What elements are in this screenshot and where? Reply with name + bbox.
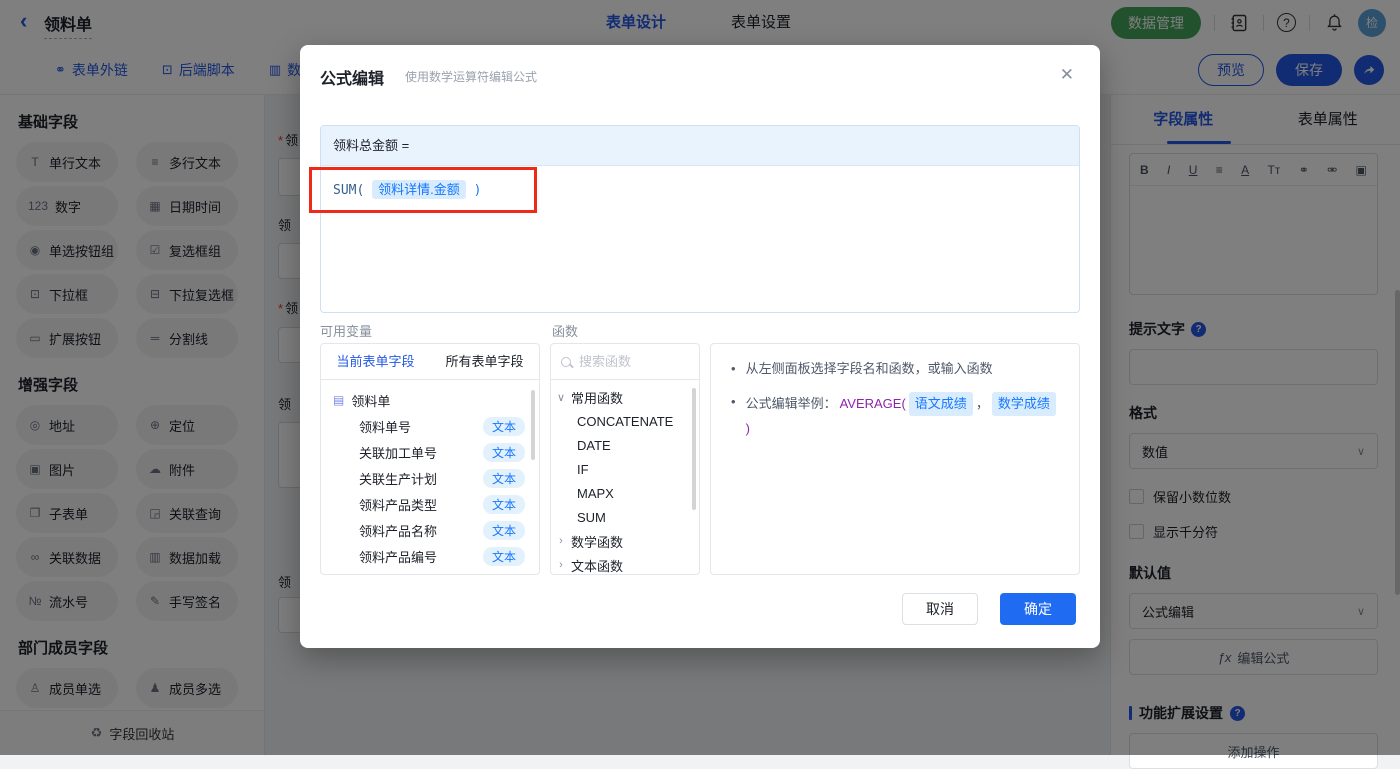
variable-name: 领料产品编号 <box>359 547 437 566</box>
variable-row[interactable]: 关联生产计划 文本 <box>321 465 539 491</box>
variables-label: 可用变量 <box>320 321 372 340</box>
variables-scrollbar[interactable] <box>531 390 535 460</box>
function-group-text[interactable]: ›文本函数 <box>551 553 699 575</box>
formula-edit-modal: 公式编辑 使用数学运算符编辑公式 ✕ 领料总金额 = SUM( 领料详情.金额 … <box>300 45 1100 648</box>
example-close-paren: ) <box>746 419 750 439</box>
modal-title: 公式编辑 <box>320 65 384 89</box>
variable-row[interactable]: 领料产品编号 文本 <box>321 543 539 569</box>
type-badge: 文本 <box>483 443 525 462</box>
variable-row[interactable]: 关联加工单号 文本 <box>321 439 539 465</box>
document-icon: ▤ <box>333 393 344 407</box>
tab-all-form-fields[interactable]: 所有表单字段 <box>430 344 539 379</box>
functions-panel: ∨常用函数 CONCATENATE DATE IF MAPX SUM ›数学函数… <box>550 343 700 575</box>
example-label: 公式编辑举例： <box>746 394 837 414</box>
type-badge: 文本 <box>483 495 525 514</box>
fn-item-concatenate[interactable]: CONCATENATE <box>551 409 699 433</box>
variables-panel: 当前表单字段 所有表单字段 ▤ 领料单 领料单号文本 关联加工单号文本 关联生产… <box>320 343 540 575</box>
confirm-button[interactable]: 确定 <box>1000 593 1076 625</box>
red-annotation-box <box>309 167 537 213</box>
function-search-input[interactable] <box>579 354 679 369</box>
modal-subtitle: 使用数学运算符编辑公式 <box>405 68 537 85</box>
function-group-common[interactable]: ∨常用函数 <box>551 385 699 409</box>
variable-row[interactable]: 领料产品类型 文本 <box>321 491 539 517</box>
variable-row[interactable]: 领料产品名称 文本 <box>321 517 539 543</box>
example-function: AVERAGE( <box>840 394 906 414</box>
functions-label: 函数 <box>552 321 578 340</box>
function-group-math[interactable]: ›数学函数 <box>551 529 699 553</box>
variable-name: 领料产品名称 <box>359 521 437 540</box>
group-label: 数学函数 <box>571 532 623 551</box>
chevron-down-icon: ∨ <box>551 391 571 404</box>
root-label: 领料单 <box>351 391 390 410</box>
help-text: 从左侧面板选择字段名和函数，或输入函数 <box>746 359 993 379</box>
example-chip-chinese-score: 语文成绩 <box>909 392 973 416</box>
variable-name: 领料单号 <box>359 417 411 436</box>
fn-item-date[interactable]: DATE <box>551 433 699 457</box>
help-line-1: 从左侧面板选择字段名和函数，或输入函数 <box>727 359 1063 379</box>
example-comma: ， <box>976 394 989 414</box>
variables-root-node[interactable]: ▤ 领料单 <box>321 387 539 413</box>
variable-row[interactable]: 领料单号 文本 <box>321 413 539 439</box>
functions-scrollbar[interactable] <box>692 388 696 510</box>
variable-name: 领料产品类型 <box>359 495 437 514</box>
cancel-button[interactable]: 取消 <box>902 593 978 625</box>
help-line-2: 公式编辑举例： AVERAGE( 语文成绩 ， 数学成绩 ) <box>727 392 1063 439</box>
type-badge: 文本 <box>483 521 525 540</box>
fn-item-if[interactable]: IF <box>551 457 699 481</box>
type-badge: 文本 <box>483 469 525 488</box>
formula-target-field: 领料总金额 = <box>321 126 1079 166</box>
group-label: 常用函数 <box>571 388 623 407</box>
type-badge: 文本 <box>483 547 525 566</box>
type-badge: 文本 <box>483 417 525 436</box>
close-icon[interactable]: ✕ <box>1060 65 1074 85</box>
formula-editor[interactable]: 领料总金额 = SUM( 领料详情.金额 ) <box>320 125 1080 313</box>
variable-name: 关联加工单号 <box>359 443 437 462</box>
example-chip-math-score: 数学成绩 <box>992 392 1056 416</box>
chevron-right-icon: › <box>551 559 571 571</box>
variable-name: 关联生产计划 <box>359 469 437 488</box>
tab-current-form-fields[interactable]: 当前表单字段 <box>321 344 430 379</box>
search-icon <box>561 357 571 367</box>
chevron-right-icon: › <box>551 535 571 547</box>
help-panel: 从左侧面板选择字段名和函数，或输入函数 公式编辑举例： AVERAGE( 语文成… <box>710 343 1080 575</box>
group-label: 文本函数 <box>571 556 623 575</box>
fn-item-sum[interactable]: SUM <box>551 505 699 529</box>
fn-item-mapx[interactable]: MAPX <box>551 481 699 505</box>
